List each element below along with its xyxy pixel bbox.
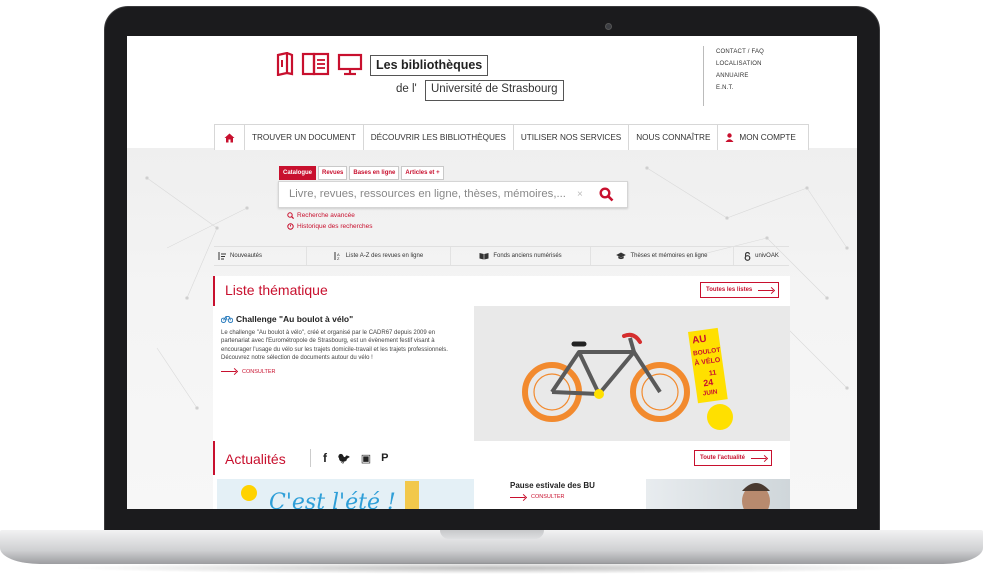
laptop-base (0, 530, 983, 564)
all-news-button[interactable]: Toute l'actualité (694, 450, 772, 466)
user-icon (725, 133, 734, 142)
main-navigation: TROUVER UN DOCUMENT DÉCOUVRIR LES BIBLIO… (214, 124, 810, 150)
clear-icon[interactable]: × (577, 189, 583, 200)
advanced-search-link[interactable]: Recherche avancée (287, 210, 373, 221)
bicycle-illustration-icon: AU BOULOT À VÉLO 11 24 JUIN (522, 327, 733, 430)
thematic-list-title: Liste thématique (225, 282, 328, 298)
bicycle-icon (221, 316, 233, 323)
quick-link-label: Thèses et mémoires en ligne (630, 253, 708, 259)
consult-label: CONSULTER (531, 494, 565, 500)
sort-icon (218, 252, 226, 260)
laptop-shadow (60, 562, 923, 574)
search-options: Recherche avancée Historique des recherc… (287, 210, 373, 232)
annuaire-link[interactable]: ANNUAIRE (716, 70, 764, 82)
site-title-prefix: de l' (396, 83, 417, 95)
poster-text-au: AU (692, 334, 708, 347)
arrow-right-icon (751, 457, 766, 459)
site-title[interactable]: Les bibliothèques (370, 55, 489, 76)
news-item[interactable]: Pause estivale des BU CONSULTER (510, 481, 595, 500)
consult-link[interactable]: CONSULTER (221, 369, 453, 375)
thematic-item-title: Challenge "Au boulot à vélo" (236, 314, 354, 324)
thematic-item-description: Le challenge "Au boulot à vélo", créé et… (221, 330, 448, 362)
home-button[interactable] (215, 125, 245, 150)
magnifier-plus-icon (287, 212, 294, 219)
pinterest-icon[interactable]: P (381, 452, 388, 464)
graduation-cap-icon (616, 252, 627, 260)
quick-link-fonds-anciens[interactable]: Fonds anciens numérisés (451, 247, 591, 265)
search-icon[interactable] (599, 187, 614, 202)
quick-link-label: Nouveautés (230, 253, 263, 259)
quick-link-revues-az[interactable]: AZ Liste A-Z des revues en ligne (307, 247, 451, 265)
library-logo[interactable] (275, 52, 363, 76)
camera-icon (605, 23, 612, 30)
summer-illustration-icon: C'est l'été ! (241, 481, 419, 509)
news-banner-image[interactable]: C'est l'été ! (217, 479, 474, 509)
quick-link-label: univOAK (755, 253, 779, 259)
nav-trouver-document[interactable]: TROUVER UN DOCUMENT (245, 125, 364, 150)
news-header: Actualités f 🐦 ▣ P Toute l'actualité (213, 441, 790, 475)
arrow-right-icon (221, 371, 236, 373)
arrow-right-icon (510, 496, 525, 498)
open-book-icon (479, 253, 489, 260)
sort-alpha-icon: AZ (334, 252, 340, 260)
all-news-label: Toute l'actualité (700, 455, 745, 461)
news-list: C'est l'été ! Pause estivale des BU CONS… (213, 475, 790, 509)
facebook-icon[interactable]: f (323, 451, 327, 465)
quick-link-theses[interactable]: Thèses et mémoires en ligne (591, 247, 734, 265)
tab-revues[interactable]: Revues (318, 166, 348, 180)
poster-text-end: 24 (703, 377, 714, 388)
tab-bases-en-ligne[interactable]: Bases en ligne (349, 166, 400, 180)
history-icon (287, 223, 294, 230)
utility-links: CONTACT / FAQ LOCALISATION ANNUAIRE E.N.… (703, 46, 764, 106)
search-history-label: Historique des recherches (297, 223, 373, 230)
all-lists-label: Toutes les listes (706, 287, 753, 293)
youtube-icon[interactable]: ▣ (361, 452, 371, 465)
thematic-list-header: Liste thématique Toutes les listes (213, 276, 790, 306)
thematic-item-heading[interactable]: Challenge "Au boulot à vélo" (221, 314, 453, 324)
thematic-text: Challenge "Au boulot à vélo" Le challeng… (221, 314, 453, 375)
search-placeholder: Livre, revues, ressources en ligne, thès… (289, 188, 566, 200)
nav-decouvrir-bibliotheques[interactable]: DÉCOUVRIR LES BIBLIOTHÈQUES (364, 125, 514, 150)
search-tabs: Catalogue Revues Bases en ligne Articles… (279, 166, 444, 180)
quick-link-nouveautes[interactable]: Nouveautés (214, 247, 307, 265)
bike-illustration[interactable]: AU BOULOT À VÉLO 11 24 JUIN (474, 306, 790, 441)
poster-text-start: 11 (709, 369, 717, 377)
news-banner-text: C'est l'été ! (269, 490, 396, 509)
news-item-image[interactable] (646, 479, 790, 509)
thematic-card: Challenge "Au boulot à vélo" Le challeng… (213, 306, 790, 441)
nav-utiliser-services[interactable]: UTILISER NOS SERVICES (514, 125, 630, 150)
advanced-search-label: Recherche avancée (297, 212, 355, 219)
person-photo-icon (742, 483, 770, 509)
search-input[interactable]: Livre, revues, ressources en ligne, thès… (278, 181, 628, 208)
book-icon (276, 52, 294, 76)
search-history-link[interactable]: Historique des recherches (287, 221, 373, 232)
screen-icon (337, 53, 363, 76)
laptop-notch (440, 530, 544, 539)
open-access-icon (744, 251, 751, 261)
twitter-icon[interactable]: 🐦 (337, 452, 351, 465)
tab-articles[interactable]: Articles et + (401, 166, 444, 180)
social-links: f 🐦 ▣ P (310, 449, 388, 467)
news-item-title: Pause estivale des BU (510, 481, 595, 490)
consult-link[interactable]: CONSULTER (510, 494, 595, 500)
quick-link-label: Fonds anciens numérisés (493, 253, 562, 259)
document-icon (301, 52, 330, 76)
news-title: Actualités (225, 451, 286, 467)
all-lists-button[interactable]: Toutes les listes (700, 282, 780, 298)
nav-mon-compte-label: MON COMPTE (739, 133, 796, 142)
quick-links-bar: Nouveautés AZ Liste A-Z des revues en li… (214, 246, 789, 266)
site-subtitle[interactable]: Université de Strasbourg (425, 80, 564, 101)
consult-label: CONSULTER (242, 368, 276, 375)
quick-link-label: Liste A-Z des revues en ligne (345, 253, 424, 259)
localisation-link[interactable]: LOCALISATION (716, 58, 764, 70)
ent-link[interactable]: E.N.T. (716, 82, 764, 94)
arrow-right-icon (758, 289, 774, 291)
nav-nous-connaitre[interactable]: NOUS CONNAÎTRE (629, 125, 719, 150)
nav-mon-compte[interactable]: MON COMPTE (718, 125, 810, 150)
contact-link[interactable]: CONTACT / FAQ (716, 46, 764, 58)
home-icon (224, 133, 235, 142)
website-screen: Les bibliothèques de l' Université de St… (127, 36, 857, 509)
tab-catalogue[interactable]: Catalogue (279, 166, 317, 180)
quick-link-univoak[interactable]: univOAK (734, 247, 789, 265)
